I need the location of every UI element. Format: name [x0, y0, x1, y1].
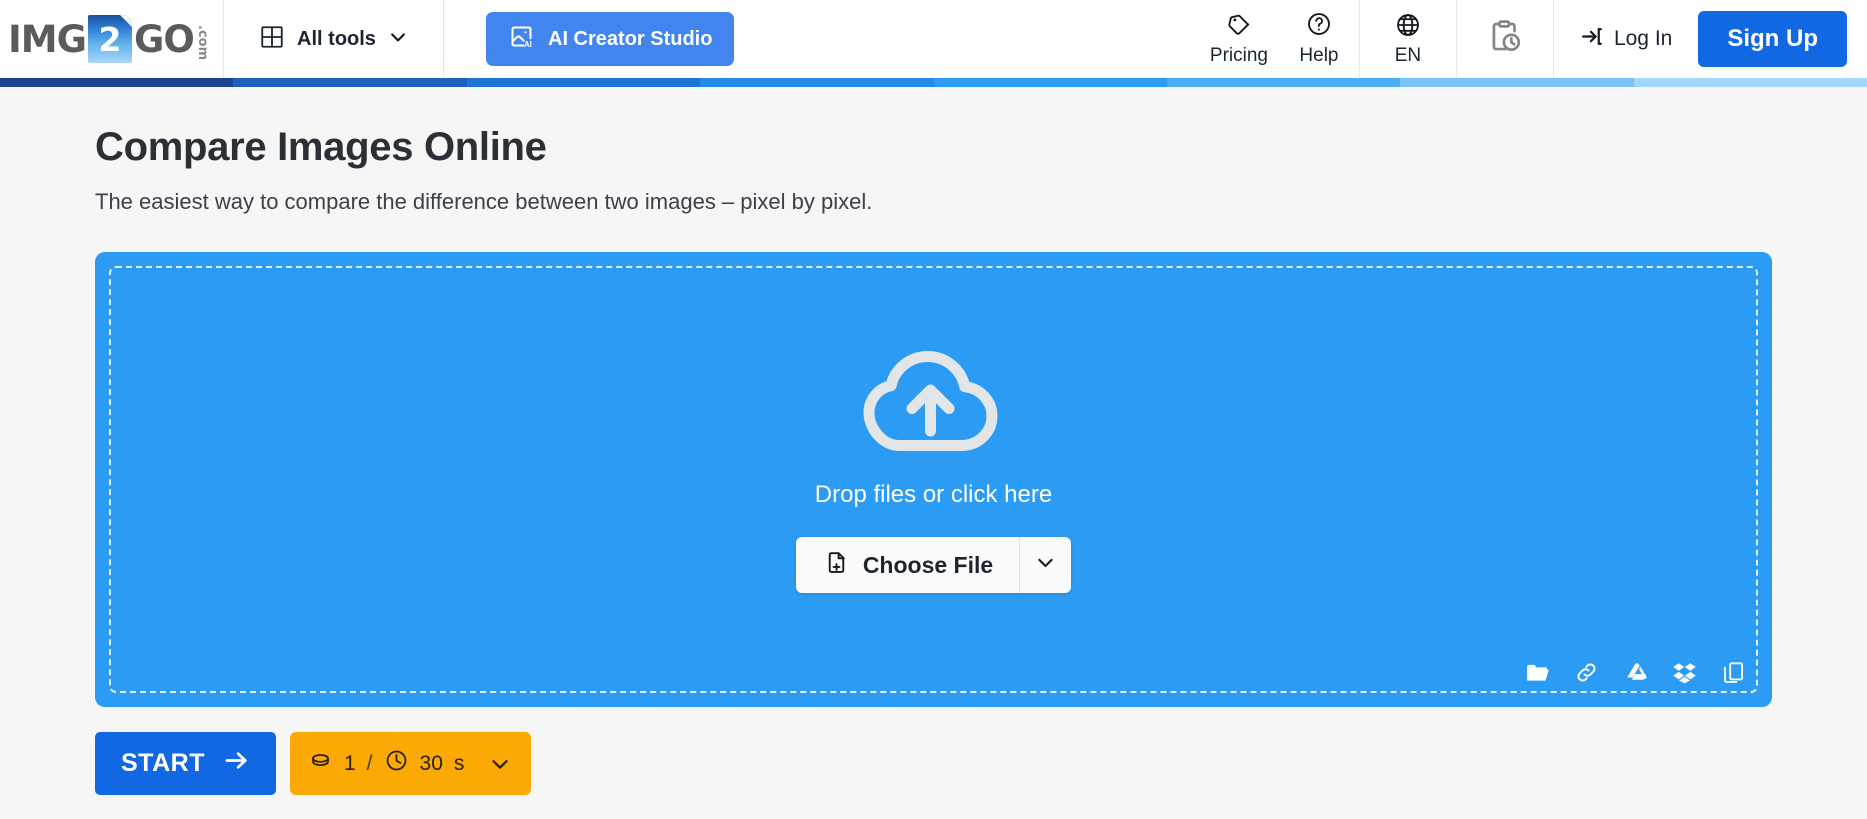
- main-content: Compare Images Online The easiest way to…: [0, 125, 1867, 795]
- help-link[interactable]: Help: [1279, 0, 1359, 78]
- stripe-segment-5: [933, 78, 1167, 87]
- credits-badge[interactable]: 1 / 30 s: [289, 732, 532, 795]
- all-tools-label: All tools: [297, 27, 376, 50]
- svg-text:AI: AI: [524, 40, 532, 49]
- coin-icon: [308, 748, 333, 779]
- stripe-segment-1: [0, 78, 234, 87]
- site-logo[interactable]: IMG 2 GO .com: [0, 0, 224, 78]
- folder-icon[interactable]: [1525, 660, 1550, 685]
- pricing-link[interactable]: Pricing: [1199, 0, 1279, 78]
- stripe-segment-4: [700, 78, 934, 87]
- credits-count: 1: [343, 751, 356, 775]
- ai-image-icon: AI: [508, 23, 535, 56]
- credits-time-unit: s: [453, 751, 465, 775]
- ai-creator-studio-container: AI AI Creator Studio: [444, 0, 735, 78]
- logo-tile-digit: 2: [98, 19, 122, 59]
- page-subtitle: The easiest way to compare the differenc…: [95, 189, 873, 214]
- start-button[interactable]: START: [95, 732, 276, 795]
- action-row: START 1 / 30 s: [95, 732, 1772, 795]
- stripe-segment-3: [466, 78, 701, 87]
- credits-time-value: 30: [419, 751, 443, 775]
- logo-text-domain: .com: [194, 24, 210, 60]
- link-icon[interactable]: [1574, 660, 1599, 685]
- file-add-icon: [824, 550, 849, 580]
- page-title: Compare Images Online: [95, 125, 547, 169]
- logo-text-go: GO: [133, 17, 195, 61]
- stripe-segment-6: [1166, 78, 1401, 87]
- chevron-down-icon: [489, 753, 511, 775]
- choose-file-control: Choose File: [795, 537, 1072, 593]
- signup-container: Sign Up: [1698, 0, 1867, 78]
- signup-button[interactable]: Sign Up: [1698, 11, 1847, 67]
- choose-file-label: Choose File: [862, 551, 994, 578]
- copy-icon[interactable]: [1721, 660, 1746, 685]
- price-tag-icon: [1226, 11, 1252, 42]
- google-drive-icon[interactable]: [1623, 660, 1648, 685]
- question-circle-icon: [1306, 11, 1332, 42]
- login-label: Log In: [1613, 27, 1673, 50]
- cloud-upload-icon: [859, 344, 1009, 467]
- dropzone-inner-border: Drop files or click here Choose File: [109, 266, 1758, 693]
- login-button[interactable]: Log In: [1554, 0, 1698, 78]
- file-dropzone[interactable]: Drop files or click here Choose File: [95, 252, 1772, 707]
- pricing-label: Pricing: [1209, 45, 1268, 66]
- stripe-segment-2: [233, 78, 467, 87]
- start-button-label: START: [121, 749, 205, 777]
- choose-file-dropdown-toggle[interactable]: [1019, 537, 1071, 593]
- logo-tile: 2: [87, 15, 132, 63]
- grid-icon: [259, 24, 285, 55]
- login-arrow-icon: [1580, 24, 1605, 54]
- ai-creator-studio-button[interactable]: AI AI Creator Studio: [486, 12, 735, 66]
- chevron-down-icon: [388, 27, 408, 52]
- stripe-segment-8: [1633, 78, 1867, 87]
- history-button[interactable]: [1457, 0, 1553, 78]
- credits-separator: /: [366, 751, 373, 775]
- dropzone-label: Drop files or click here: [814, 481, 1053, 508]
- clipboard-clock-icon: [1486, 18, 1524, 61]
- globe-icon: [1395, 12, 1421, 43]
- help-label: Help: [1299, 45, 1339, 66]
- language-label: EN: [1394, 44, 1422, 66]
- all-tools-menu[interactable]: All tools: [224, 0, 444, 78]
- site-header: IMG 2 GO .com All tools AI AI Creator St…: [0, 0, 1867, 78]
- chevron-down-icon: [1035, 552, 1056, 578]
- arrow-right-icon: [223, 747, 250, 781]
- brand-color-stripe: [0, 78, 1867, 87]
- ai-creator-studio-label: AI Creator Studio: [548, 27, 713, 50]
- clock-icon: [384, 748, 409, 779]
- language-selector[interactable]: EN: [1360, 0, 1456, 78]
- logo-text-img: IMG: [8, 17, 87, 61]
- choose-file-button[interactable]: Choose File: [796, 537, 1019, 593]
- stripe-segment-7: [1400, 78, 1634, 87]
- upload-source-icons: [1525, 660, 1746, 685]
- dropbox-icon[interactable]: [1672, 660, 1697, 685]
- header-spacer: [734, 0, 1199, 78]
